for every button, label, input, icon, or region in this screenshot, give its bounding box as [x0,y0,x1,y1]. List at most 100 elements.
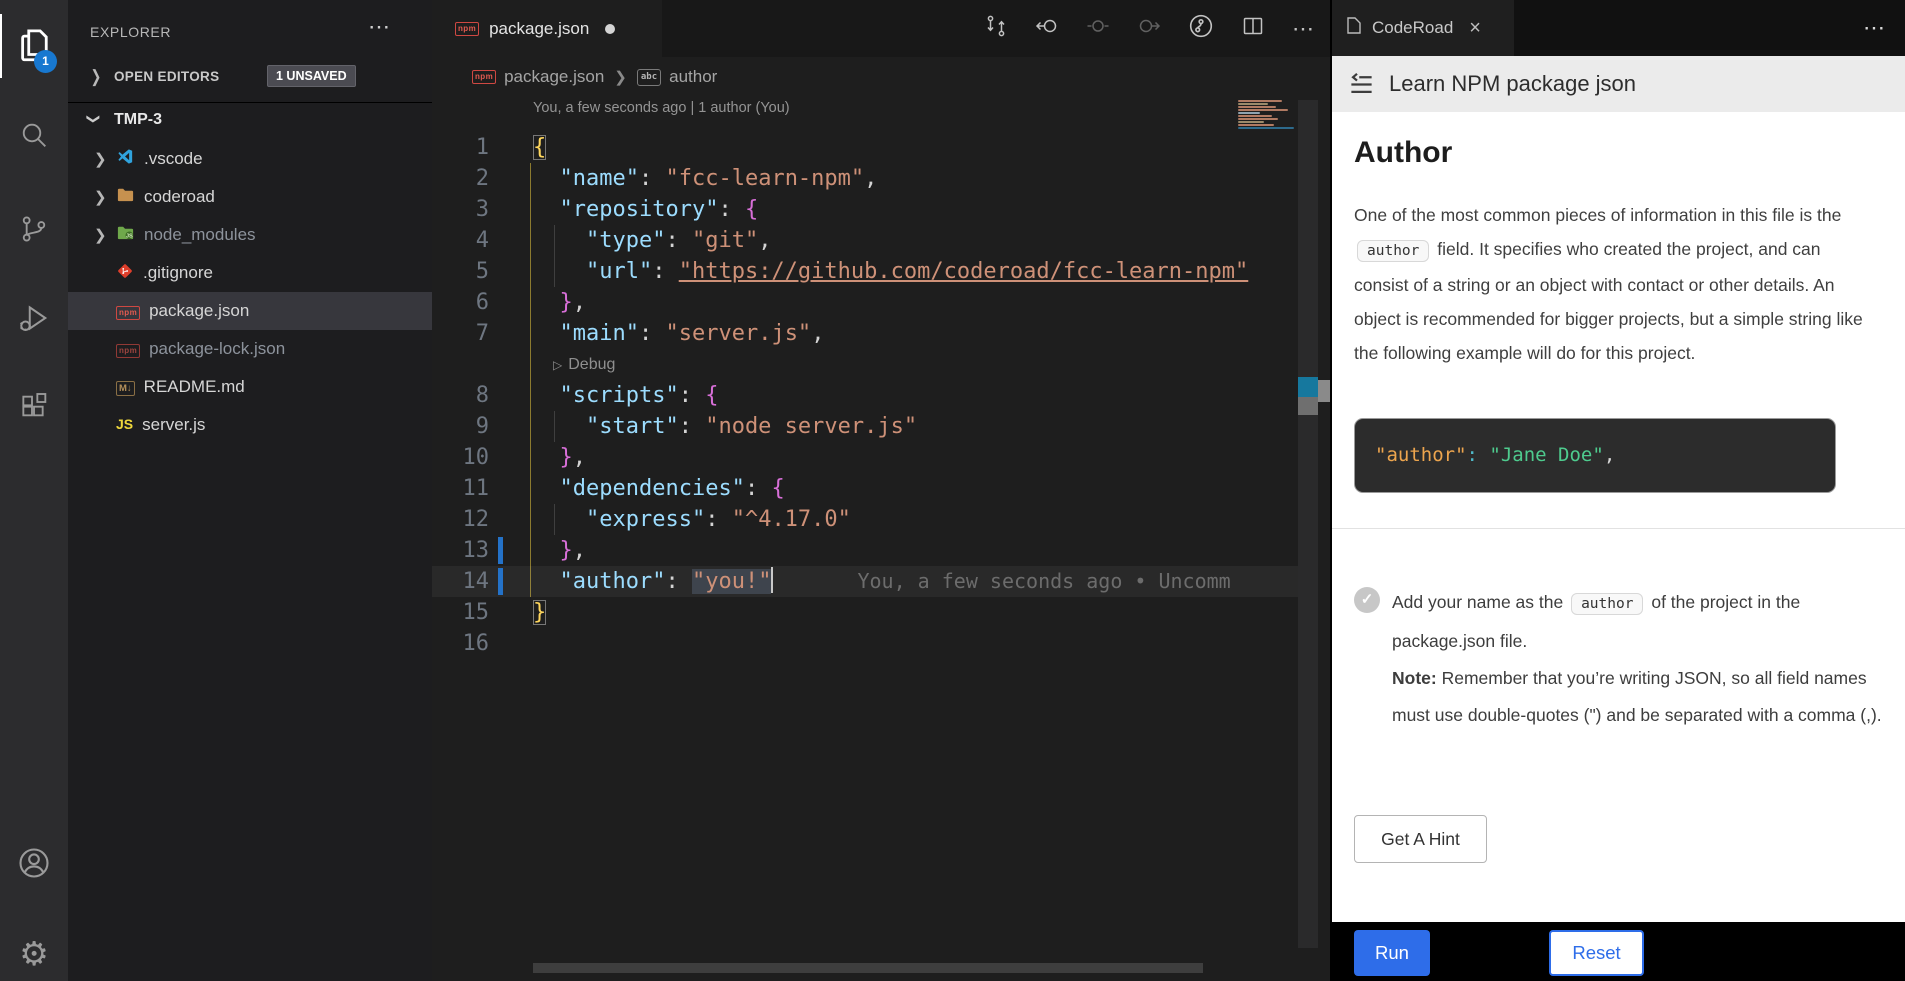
extensions-icon[interactable] [0,371,68,441]
tutorial-title: Learn NPM package json [1389,71,1636,97]
line-number: 12 [432,504,489,535]
chevron-right-icon[interactable]: ❯ [94,226,116,244]
js-icon: JS [116,416,142,434]
modified-line-indicator [498,568,503,595]
run-button[interactable]: Run [1354,930,1430,976]
file-blame-header: You, a few seconds ago | 1 author (You) [533,100,790,116]
code-line-9[interactable]: 9 "start": "node server.js" [432,411,1298,442]
minimap-line [1238,118,1278,120]
minimap-line [1238,103,1268,105]
reset-button[interactable]: Reset [1549,930,1644,976]
panel-more-actions-icon[interactable]: ⋯ [1863,15,1887,41]
minimap[interactable] [1238,100,1296,142]
line-number: 11 [432,473,489,504]
codelens-debug[interactable]: ▷Debug [432,349,1298,380]
horizontal-scrollbar[interactable] [533,963,1203,973]
file-item-.gitignore[interactable]: .gitignore [68,254,432,292]
minimap-line [1238,121,1264,123]
line-number: 5 [432,256,489,287]
scrollbar-decoration [1318,380,1330,402]
get-hint-button[interactable]: Get A Hint [1354,815,1487,863]
panel-footer: Run Reset [1332,922,1905,981]
open-changes-icon[interactable] [984,14,1008,43]
code-line-11[interactable]: 11 "dependencies": { [432,473,1298,504]
account-icon[interactable] [0,828,68,898]
modified-line-indicator [498,537,503,564]
code-line-7[interactable]: 7 "main": "server.js", [432,318,1298,349]
breadcrumb-file[interactable]: package.json [504,67,604,87]
more-actions-icon[interactable]: ⋯ [1292,16,1316,42]
code-line-3[interactable]: 3 "repository": { [432,194,1298,225]
line-number: 16 [432,628,489,659]
explorer-icon[interactable]: 1 [0,8,68,80]
sidebar-more-actions-icon[interactable]: ⋯ [368,14,392,40]
code-line-1[interactable]: 1{ [432,132,1298,163]
line-number: 3 [432,194,489,225]
code-line-14[interactable]: 14 "author": "you!"You, a few seconds ag… [432,566,1298,597]
code-line-10[interactable]: 10 }, [432,442,1298,473]
folder-icon [116,185,144,209]
tab-modified-dot[interactable] [605,24,615,34]
tab-coderoad[interactable]: CodeRoad × [1332,0,1514,56]
code-editor[interactable]: 1{2 "name": "fcc-learn-npm",3 "repositor… [432,132,1298,659]
settings-gear-icon[interactable]: ⚙ [0,918,68,981]
menu-back-icon[interactable] [1348,71,1375,98]
file-label: .gitignore [143,263,213,283]
vertical-scrollbar[interactable] [1298,100,1318,948]
git-icon [116,262,143,285]
chevron-right-icon: ❯ [614,68,627,86]
inline-blame: You, a few seconds ago • Uncomm [857,569,1230,593]
file-label: .vscode [144,149,203,169]
close-icon[interactable]: × [1469,17,1481,40]
explorer-badge: 1 [34,50,57,73]
file-label: server.js [142,415,205,435]
minimap-line [1238,115,1272,117]
chevron-right-icon[interactable]: ❯ [94,188,116,206]
minimap-line [1238,124,1274,126]
file-item-package.json[interactable]: npmpackage.json [68,292,432,330]
open-editors-section[interactable]: ❯ OPEN EDITORS 1 UNSAVED [68,60,432,96]
code-line-4[interactable]: 4 "type": "git", [432,225,1298,256]
code-line-12[interactable]: 12 "express": "^4.17.0" [432,504,1298,535]
code-line-2[interactable]: 2 "name": "fcc-learn-npm", [432,163,1298,194]
workspace-root[interactable]: ❯ TMP-3 [68,104,432,138]
chevron-right-icon[interactable]: ❯ [94,150,116,168]
file-item-coderoad[interactable]: ❯coderoad [68,178,432,216]
file-item-server.js[interactable]: JSserver.js [68,406,432,444]
split-editor-icon[interactable] [1241,14,1265,43]
source-control-icon[interactable] [0,194,68,264]
node-folder-icon: JS [116,223,144,247]
panel-tab-bar: CodeRoad × ⋯ [1332,0,1905,56]
file-item-README.md[interactable]: M↓README.md [68,368,432,406]
divider [1332,528,1905,529]
code-example: "author": "Jane Doe", [1354,418,1836,493]
file-item-.vscode[interactable]: ❯ .vscode [68,140,432,178]
minimap-line [1238,127,1294,129]
navigate-forward-icon[interactable] [1137,14,1161,43]
npm-file-icon: npm [455,22,479,36]
npm-icon: npm [116,340,149,358]
record-icon[interactable] [1086,14,1110,43]
file-item-package-lock.json[interactable]: npmpackage-lock.json [68,330,432,368]
code-line-6[interactable]: 6 }, [432,287,1298,318]
breadcrumb-symbol[interactable]: author [669,67,717,87]
code-line-5[interactable]: 5 "url": "https://github.com/coderoad/fc… [432,256,1298,287]
minimap-line [1238,100,1282,102]
minimap-line [1238,106,1276,108]
run-debug-icon[interactable] [0,283,68,353]
navigate-back-icon[interactable] [1035,14,1059,43]
search-icon[interactable] [0,100,68,170]
minimap-line [1238,112,1260,114]
activity-bar: 1 ⚙ [0,0,68,981]
code-line-16[interactable]: 16 [432,628,1298,659]
editor-group: npm package.json ⋯ npm package.json ❯ ab… [432,0,1330,981]
code-line-8[interactable]: 8 "scripts": { [432,380,1298,411]
code-line-13[interactable]: 13 }, [432,535,1298,566]
unsaved-badge: 1 UNSAVED [267,65,356,87]
code-line-15[interactable]: 15} [432,597,1298,628]
tab-package-json[interactable]: npm package.json [432,0,662,57]
line-number: 14 [432,566,489,597]
coderoad-run-icon[interactable] [1188,13,1214,44]
workspace-name: TMP-3 [114,111,162,129]
file-item-node_modules[interactable]: ❯JSnode_modules [68,216,432,254]
